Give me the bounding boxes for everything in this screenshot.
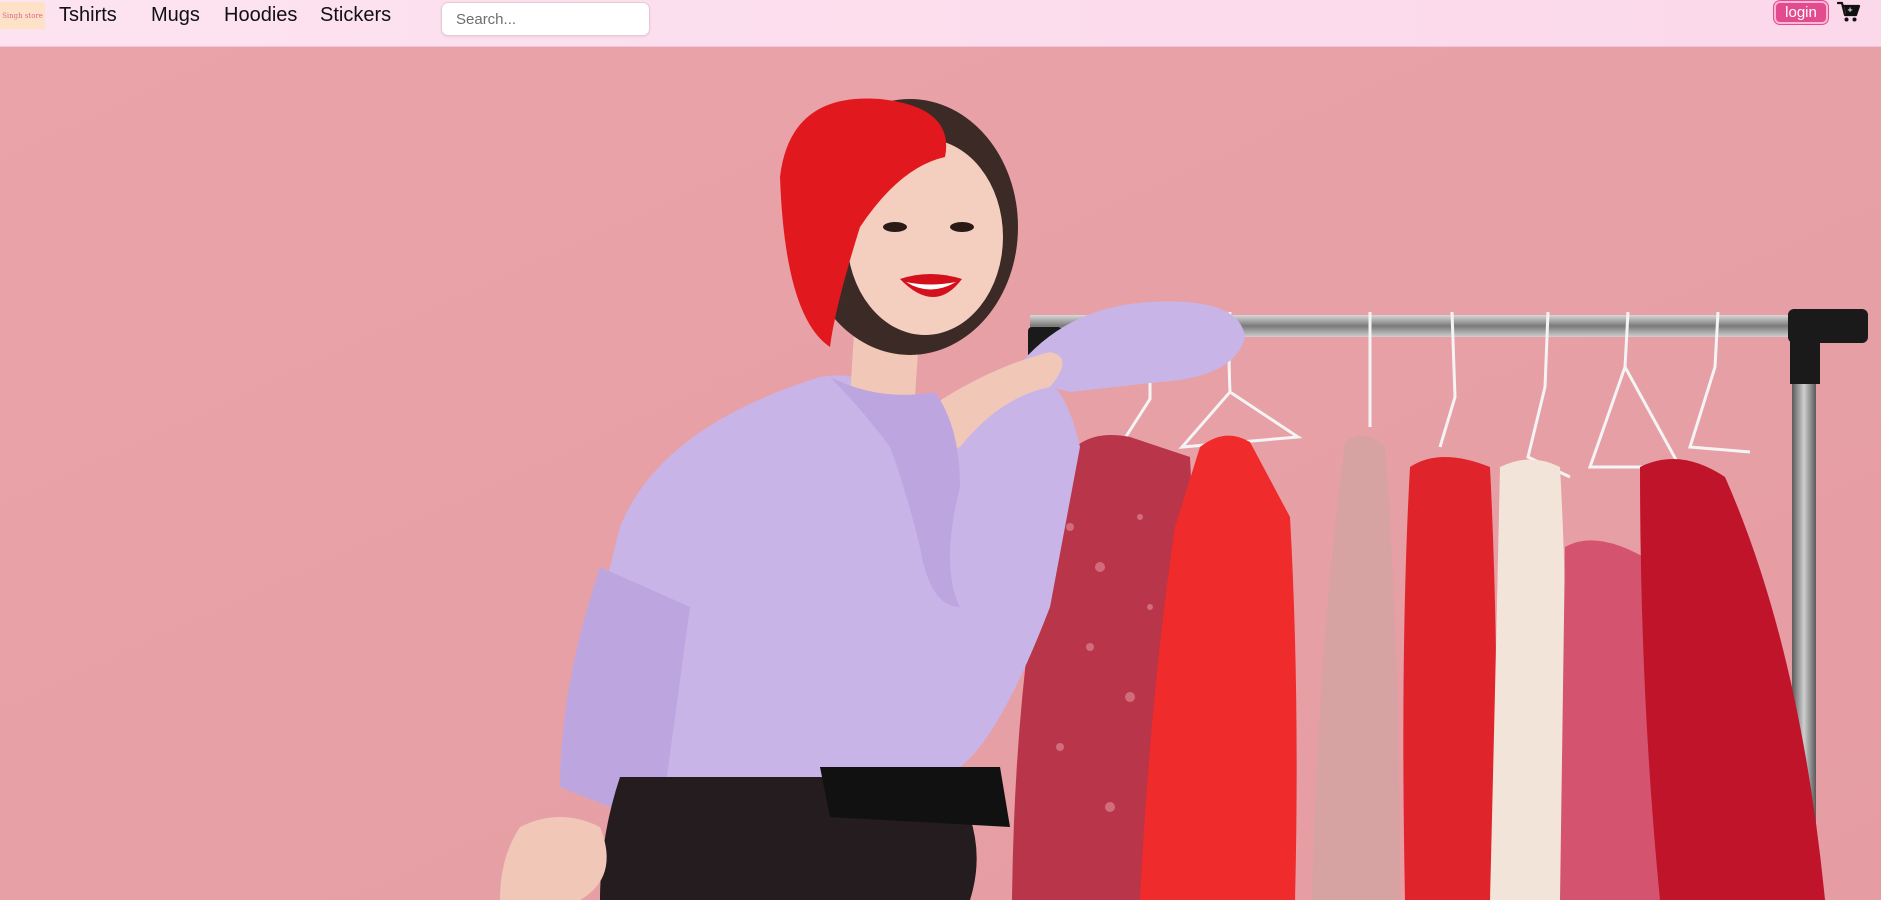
- hero-illustration: [0, 47, 1881, 900]
- nav-link-stickers[interactable]: Stickers: [320, 4, 391, 26]
- brand-logo-text: Singh store: [2, 11, 43, 20]
- top-navbar: Singh store Tshirts Mugs Hoodies Sticker…: [0, 0, 1881, 47]
- login-button[interactable]: login: [1774, 1, 1828, 24]
- hero-banner-image: [0, 47, 1881, 900]
- nav-link-tshirts[interactable]: Tshirts: [59, 4, 117, 26]
- nav-link-mugs[interactable]: Mugs: [151, 4, 200, 26]
- brand-logo[interactable]: Singh store: [0, 2, 45, 29]
- search-input[interactable]: [441, 2, 650, 36]
- svg-text:+: +: [1847, 6, 1853, 14]
- nav-link-hoodies[interactable]: Hoodies: [224, 4, 297, 26]
- shopping-cart-icon[interactable]: +: [1836, 1, 1861, 23]
